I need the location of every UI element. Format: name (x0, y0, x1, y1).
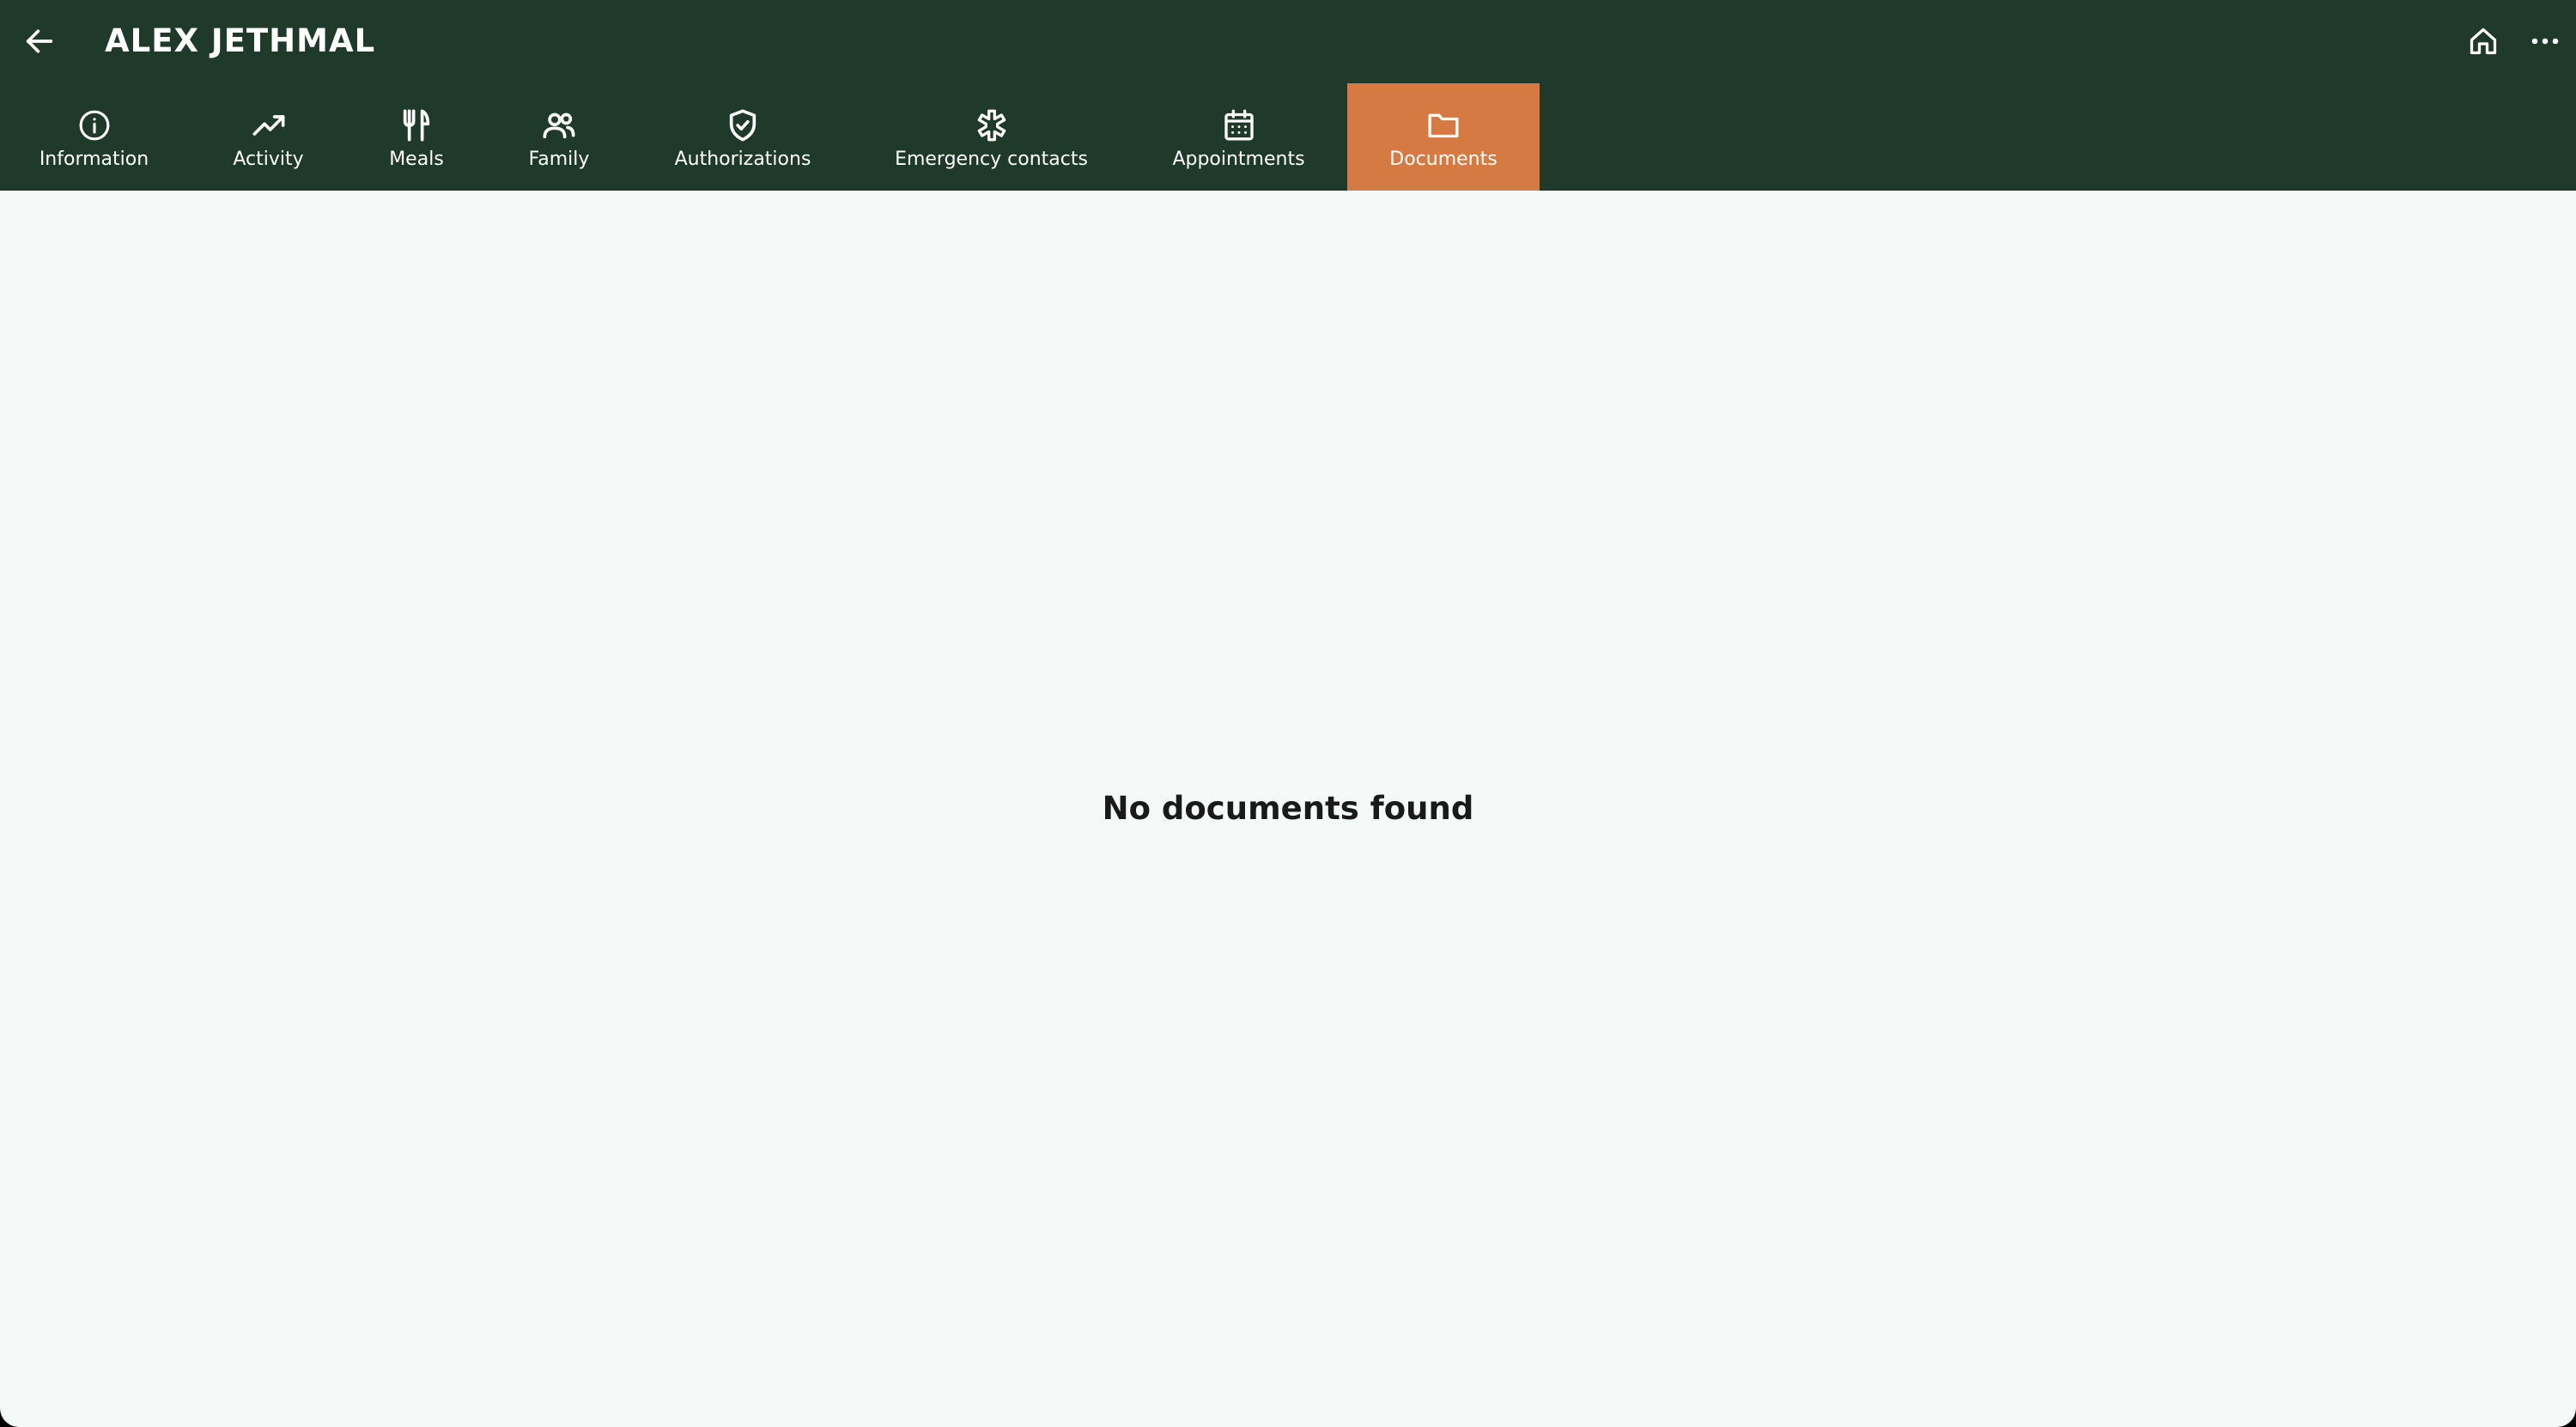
page-title: ALEX JETHMAL (105, 22, 376, 59)
tab-label: Emergency contacts (895, 149, 1088, 170)
users-icon (541, 107, 577, 143)
arrow-left-icon (22, 24, 57, 58)
more-horizontal-icon (2530, 26, 2561, 57)
tab-documents[interactable]: Documents (1347, 83, 1540, 191)
empty-state-message: No documents found (1102, 790, 1474, 827)
top-bar: ALEX JETHMAL Information Activity Meals … (0, 0, 2576, 191)
tab-authorizations[interactable]: Authorizations (653, 83, 833, 191)
tab-label: Documents (1389, 149, 1498, 170)
medical-cross-icon (974, 107, 1010, 143)
tab-label: Meals (389, 149, 444, 170)
calendar-icon (1221, 107, 1257, 143)
back-button[interactable] (12, 14, 67, 69)
utensils-icon (398, 107, 434, 143)
app-window: ALEX JETHMAL Information Activity Meals … (0, 0, 2576, 1427)
more-options-button[interactable] (2519, 17, 2571, 65)
tab-family[interactable]: Family (502, 83, 616, 191)
tab-information[interactable]: Information (19, 83, 169, 191)
home-icon (2468, 26, 2499, 57)
trending-up-icon (251, 107, 287, 143)
tab-meals[interactable]: Meals (368, 83, 465, 191)
tab-label: Family (528, 149, 590, 170)
tab-activity[interactable]: Activity (206, 83, 331, 191)
home-button[interactable] (2458, 17, 2509, 65)
folder-icon (1425, 107, 1461, 143)
shield-check-icon (725, 107, 761, 143)
tab-label: Activity (233, 149, 304, 170)
info-icon (76, 107, 112, 143)
tab-appointments[interactable]: Appointments (1150, 83, 1327, 191)
tab-label: Information (39, 149, 149, 170)
tab-label: Appointments (1172, 149, 1305, 170)
tab-emergency-contacts[interactable]: Emergency contacts (870, 83, 1113, 191)
tab-label: Authorizations (674, 149, 811, 170)
